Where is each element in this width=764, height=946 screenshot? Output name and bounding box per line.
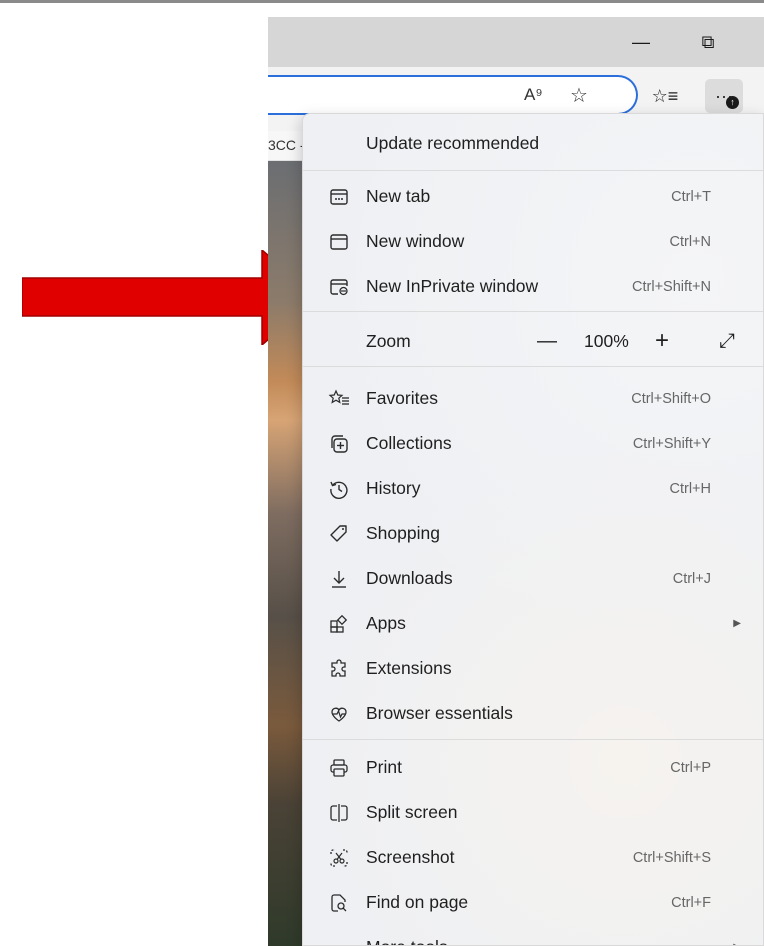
zoom-out-button[interactable]: — xyxy=(537,330,557,353)
screenshot-icon xyxy=(327,846,351,870)
menu-item-label: Shopping xyxy=(366,523,440,543)
menu-item-label: Split screen xyxy=(366,802,458,822)
menu-item-label: New window xyxy=(366,231,465,251)
menu-item-history[interactable]: History Ctrl+H xyxy=(303,466,763,511)
menu-item-label: Browser essentials xyxy=(366,703,513,723)
menu-item-find-on-page[interactable]: Find on page Ctrl+F xyxy=(303,880,763,925)
menu-item-shortcut: Ctrl+J xyxy=(672,570,711,587)
menu-separator xyxy=(303,739,763,740)
menu-item-print[interactable]: Print Ctrl+P xyxy=(303,745,763,790)
minimize-icon: — xyxy=(632,31,650,52)
address-bar[interactable]: A⁹ ☆ xyxy=(268,75,638,115)
menu-item-shortcut: Ctrl+Shift+O xyxy=(631,390,711,407)
split-screen-icon xyxy=(327,801,351,825)
screenshot-page: — ⧉ A⁹ ☆ ☆≡ ··· ↑ 3CC - ( xyxy=(0,0,764,946)
more-tools-icon xyxy=(327,936,351,946)
zoom-label: Zoom xyxy=(366,331,411,351)
downloads-icon xyxy=(327,567,351,591)
menu-separator xyxy=(303,311,763,312)
minimize-button[interactable]: — xyxy=(625,27,657,57)
find-icon xyxy=(327,891,351,915)
menu-item-more-tools[interactable]: More tools ▶ xyxy=(303,925,763,946)
favorites-icon: ☆≡ xyxy=(651,85,679,106)
restore-button[interactable]: ⧉ xyxy=(692,27,724,57)
menu-separator xyxy=(303,366,763,367)
menu-item-label: Screenshot xyxy=(366,847,455,867)
menu-item-shortcut: Ctrl+P xyxy=(670,759,711,776)
update-recommended-item[interactable]: Update recommended xyxy=(303,121,763,166)
print-icon xyxy=(327,756,351,780)
menu-item-favorites[interactable]: Favorites Ctrl+Shift+O xyxy=(303,376,763,421)
menu-item-label: New tab xyxy=(366,186,431,206)
menu-item-new-window[interactable]: New window Ctrl+N xyxy=(303,219,763,264)
menu-item-shortcut: Ctrl+Shift+S xyxy=(632,849,711,866)
menu-item-screenshot[interactable]: Screenshot Ctrl+Shift+S xyxy=(303,835,763,880)
menu-item-new-tab[interactable]: New tab Ctrl+T xyxy=(303,174,763,219)
add-favorite-icon[interactable]: ☆ xyxy=(570,83,588,108)
settings-and-more-button[interactable]: ··· ↑ xyxy=(705,79,743,113)
menu-item-label: Print xyxy=(366,757,402,777)
menu-item-shortcut: Ctrl+Shift+Y xyxy=(632,435,711,452)
menu-item-browser-essentials[interactable]: Browser essentials xyxy=(303,691,763,736)
menu-item-shortcut: Ctrl+N xyxy=(669,233,712,250)
menu-item-label: Collections xyxy=(366,433,452,453)
menu-separator xyxy=(303,170,763,171)
menu-item-label: Extensions xyxy=(366,658,452,678)
menu-item-label: Favorites xyxy=(366,388,438,408)
collections-icon xyxy=(327,432,351,456)
menu-item-label: History xyxy=(366,478,421,498)
title-bar: — ⧉ xyxy=(268,17,764,67)
menu-item-new-inprivate-window[interactable]: New InPrivate window Ctrl+Shift+N xyxy=(303,264,763,309)
menu-item-shortcut: Ctrl+T xyxy=(671,188,711,205)
menu-item-label: Downloads xyxy=(366,568,453,588)
window-top-border xyxy=(0,0,764,3)
read-aloud-icon[interactable]: A⁹ xyxy=(524,85,543,105)
update-badge-icon: ↑ xyxy=(726,96,739,109)
inprivate-icon xyxy=(327,275,351,299)
menu-item-zoom: Zoom — 100% + ⤢ xyxy=(303,319,763,364)
menu-item-split-screen[interactable]: Split screen xyxy=(303,790,763,835)
menu-item-label: New InPrivate window xyxy=(366,276,539,296)
menu-item-shortcut: Ctrl+F xyxy=(671,894,711,911)
menu-item-shortcut: Ctrl+H xyxy=(669,480,712,497)
new-window-icon xyxy=(327,230,351,254)
menu-item-shopping[interactable]: Shopping xyxy=(303,511,763,556)
menu-item-downloads[interactable]: Downloads Ctrl+J xyxy=(303,556,763,601)
menu-item-label: Apps xyxy=(366,613,406,633)
menu-item-collections[interactable]: Collections Ctrl+Shift+Y xyxy=(303,421,763,466)
zoom-value: 100% xyxy=(584,331,629,351)
shopping-icon xyxy=(327,522,351,546)
menu-item-label: Update recommended xyxy=(366,133,540,153)
submenu-arrow-icon: ▶ xyxy=(733,618,741,629)
fullscreen-button[interactable]: ⤢ xyxy=(719,330,735,353)
extensions-icon xyxy=(327,657,351,681)
new-tab-icon xyxy=(327,185,351,209)
menu-item-apps[interactable]: Apps ▶ xyxy=(303,601,763,646)
browser-essentials-icon xyxy=(327,702,351,726)
history-icon xyxy=(327,477,351,501)
submenu-arrow-icon: ▶ xyxy=(733,942,741,945)
menu-item-label: Find on page xyxy=(366,892,469,912)
favorites-icon xyxy=(327,387,351,411)
favorites-button[interactable]: ☆≡ xyxy=(646,79,684,113)
favorites-bar-item[interactable]: 3CC - xyxy=(268,137,305,153)
menu-item-extensions[interactable]: Extensions xyxy=(303,646,763,691)
restore-icon: ⧉ xyxy=(701,31,715,52)
apps-icon xyxy=(327,612,351,636)
settings-menu: Update recommended New tab Ctrl+T New wi… xyxy=(302,113,764,946)
zoom-in-button[interactable]: + xyxy=(655,327,669,355)
menu-item-shortcut: Ctrl+Shift+N xyxy=(632,278,711,295)
menu-item-label: More tools xyxy=(366,937,448,945)
